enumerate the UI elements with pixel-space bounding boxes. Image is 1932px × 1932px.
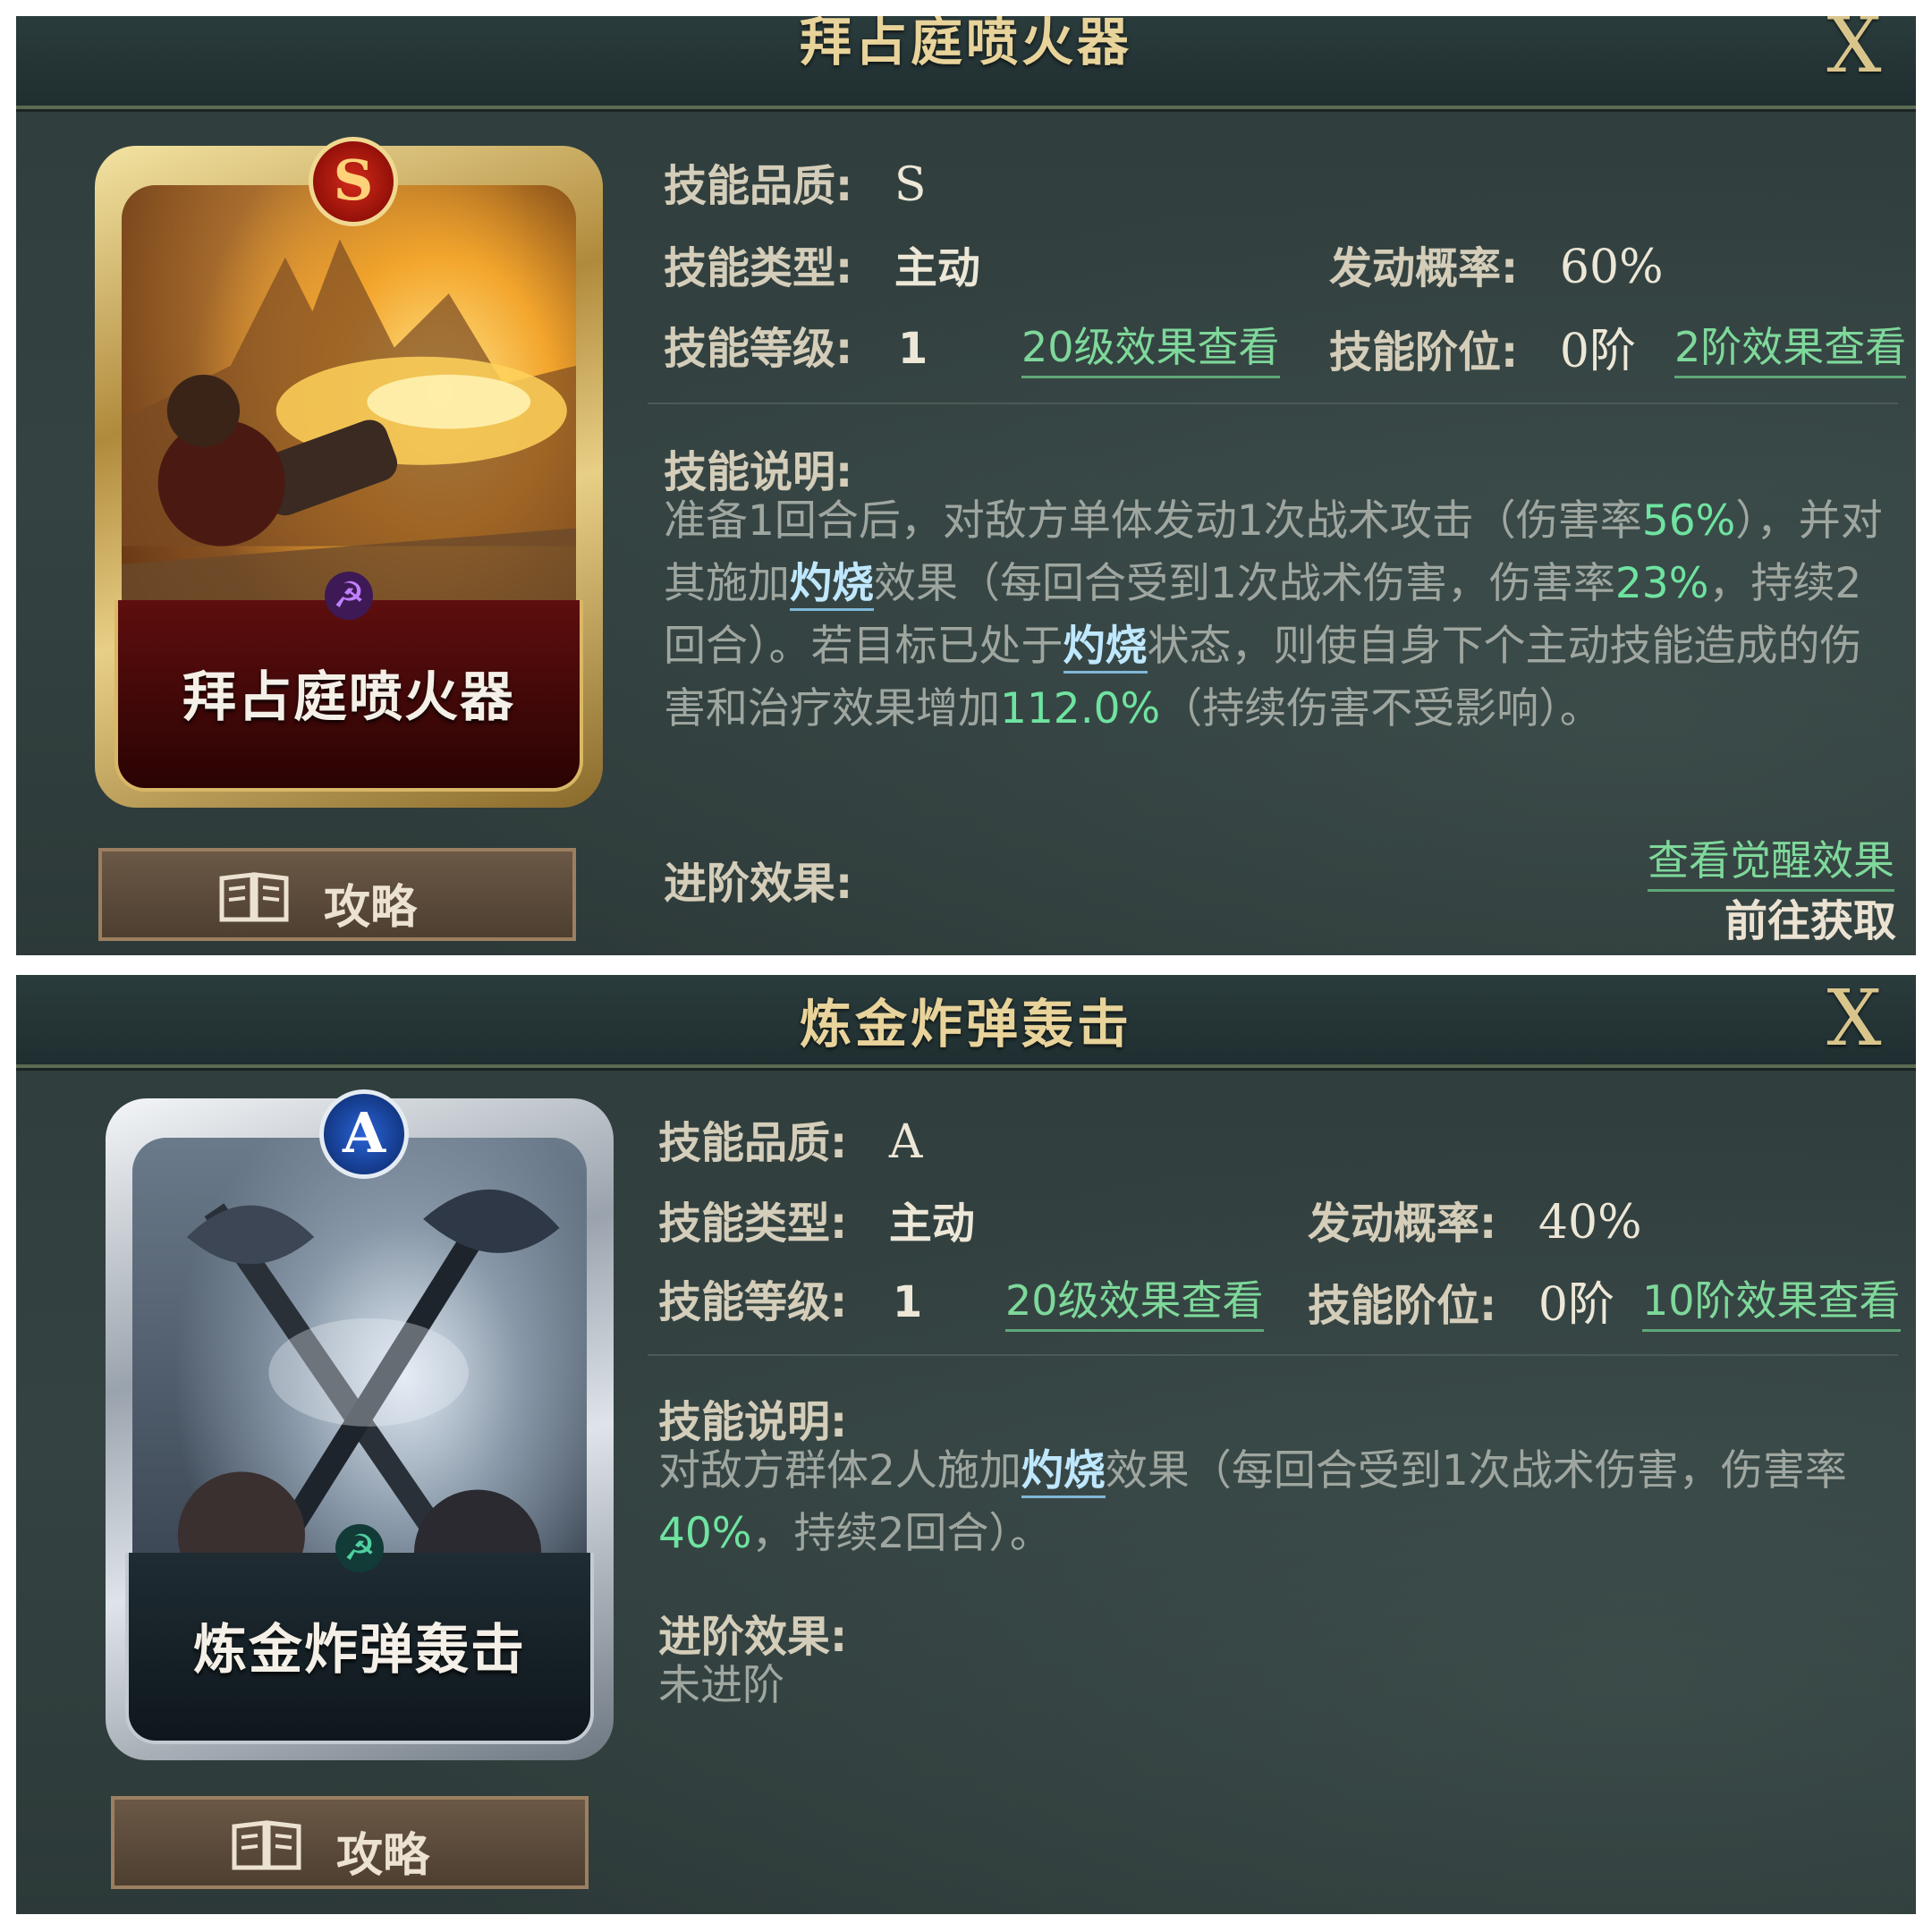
guide-label: 攻略	[336, 1829, 430, 1883]
desc-text: 效果（每回合受到1次战术伤害，伤害率	[874, 559, 1615, 608]
card-name-plate: 拜占庭喷火器	[114, 600, 583, 792]
level-20-effect-link[interactable]: 20级效果查看	[1021, 315, 1280, 378]
rate-row: 发动概率: 60%	[1329, 233, 1664, 295]
desc-text: （持续伤害不受影响）。	[1160, 684, 1602, 733]
book-icon	[219, 872, 289, 922]
quality-row: 技能品质: S	[664, 150, 927, 213]
skill-panel-2: 炼金炸弹轰击 X A 炼金炸弹轰击 ☭ 攻略 技能品质: A 技能类型: 主动 …	[16, 975, 1916, 1914]
desc-text: ，持续2回合）。	[751, 1509, 1052, 1558]
burn-rate-value: 23%	[1614, 559, 1709, 608]
quality-value: S	[894, 158, 927, 212]
faction-emblem-icon: ☭	[325, 572, 373, 620]
card-name: 拜占庭喷火器	[182, 666, 515, 729]
goto-obtain-button[interactable]: 前往获取	[1724, 886, 1896, 948]
skill-panel-1: 拜占庭喷火器 X S 拜占庭喷火器 ☭ 攻略 技能品质: S 技能类型: 主动 …	[16, 16, 1916, 955]
skill-card: S 拜占庭喷火器 ☭	[95, 137, 603, 808]
divider	[648, 1354, 1898, 1356]
skill-info: 技能品质: S 技能类型: 主动 发动概率: 60% 技能等级: 1 20级效果…	[648, 16, 1916, 955]
type-value: 主动	[888, 1199, 975, 1249]
tier-row: 技能阶位: 0阶	[1329, 313, 1636, 380]
rate-row: 发动概率: 40%	[1308, 1188, 1642, 1250]
rank-badge: S	[309, 137, 398, 226]
level-label: 技能等级:	[664, 324, 853, 374]
burn-keyword[interactable]: 灼烧	[1021, 1446, 1106, 1498]
damage-rate-value: 56%	[1641, 496, 1736, 546]
type-label: 技能类型:	[658, 1199, 848, 1249]
awaken-effect-link[interactable]: 查看觉醒效果	[1648, 828, 1894, 892]
burn-rate-value: 40%	[658, 1509, 752, 1558]
tier-value: 0阶	[1538, 1278, 1615, 1332]
desc-text: 准备1回合后，对敌方单体发动1次战术攻击（伤害率	[664, 496, 1642, 546]
quality-label: 技能品质:	[664, 161, 853, 211]
guide-button[interactable]: 攻略	[111, 1796, 589, 1889]
rate-value: 40%	[1538, 1196, 1642, 1250]
quality-row: 技能品质: A	[658, 1107, 922, 1170]
level-value: 1	[897, 324, 928, 374]
rate-label: 发动概率:	[1329, 243, 1519, 293]
level-row: 技能等级: 1	[658, 1267, 922, 1329]
guide-button[interactable]: 攻略	[98, 848, 576, 941]
rate-label: 发动概率:	[1308, 1199, 1497, 1249]
card-name: 炼金炸弹轰击	[193, 1619, 526, 1682]
rank-badge: A	[319, 1089, 409, 1179]
burn-keyword[interactable]: 灼烧	[1063, 622, 1148, 674]
burn-keyword[interactable]: 灼烧	[790, 559, 874, 611]
book-icon	[232, 1820, 301, 1870]
tier-effect-link[interactable]: 10阶效果查看	[1642, 1268, 1901, 1332]
tier-value: 0阶	[1559, 325, 1637, 378]
level-value: 1	[892, 1277, 923, 1327]
level-20-effect-link[interactable]: 20级效果查看	[1005, 1268, 1264, 1332]
advance-value: 未进阶	[658, 1661, 784, 1710]
skill-card: A 炼金炸弹轰击 ☭	[106, 1089, 614, 1760]
divider	[648, 402, 1898, 404]
quality-value: A	[888, 1115, 923, 1169]
skill-info: 技能品质: A 技能类型: 主动 发动概率: 40% 技能等级: 1 20级效果…	[648, 975, 1916, 1914]
skill-description: 准备1回合后，对敌方单体发动1次战术攻击（伤害率56%），并对其施加灼烧效果（每…	[664, 490, 1889, 741]
faction-emblem-icon: ☭	[335, 1524, 384, 1572]
skill-description: 对敌方群体2人施加灼烧效果（每回合受到1次战术伤害，伤害率 40%，持续2回合）。	[658, 1440, 1884, 1565]
desc-text: 效果（每回合受到1次战术伤害，伤害率	[1105, 1446, 1847, 1496]
type-row: 技能类型: 主动	[658, 1188, 975, 1250]
guide-label: 攻略	[324, 881, 418, 935]
level-label: 技能等级:	[658, 1277, 848, 1327]
level-row: 技能等级: 1	[664, 313, 928, 376]
tier-effect-link[interactable]: 2阶效果查看	[1674, 315, 1907, 378]
boost-value: 112.0%	[1000, 684, 1161, 733]
rate-value: 60%	[1559, 241, 1664, 294]
type-row: 技能类型: 主动	[664, 233, 980, 295]
type-value: 主动	[894, 243, 980, 293]
advance-label: 进阶效果:	[664, 859, 853, 909]
tier-label: 技能阶位:	[1329, 327, 1519, 377]
tier-label: 技能阶位:	[1308, 1281, 1497, 1331]
card-name-plate: 炼金炸弹轰击	[125, 1553, 594, 1744]
quality-label: 技能品质:	[658, 1118, 848, 1168]
type-label: 技能类型:	[664, 243, 853, 293]
tier-row: 技能阶位: 0阶	[1308, 1267, 1614, 1334]
desc-text: 对敌方群体2人施加	[658, 1446, 1021, 1496]
